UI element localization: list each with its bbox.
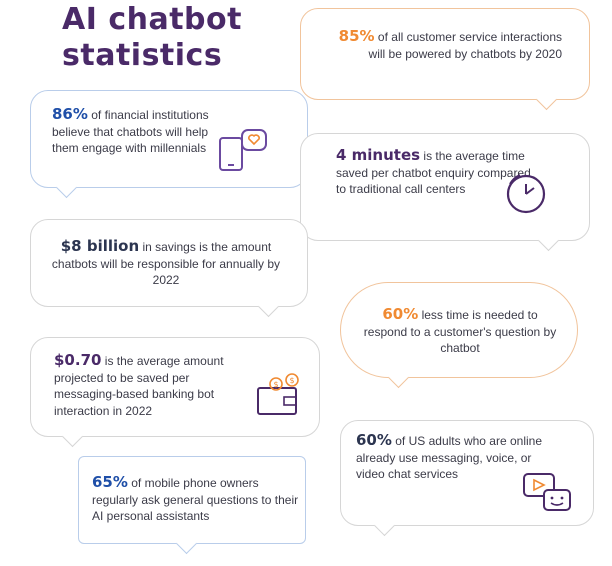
stat-text-86-percent: 86% of financial institutions believe th… bbox=[52, 106, 222, 157]
stat-highlight: 60% bbox=[382, 305, 419, 323]
stat-text-8-billion: $8 billion in savings is the amount chat… bbox=[46, 238, 286, 289]
stat-highlight: 86% bbox=[52, 105, 88, 123]
stat-highlight: $8 billion bbox=[60, 237, 140, 255]
stat-highlight: 4 minutes bbox=[336, 146, 421, 164]
stat-highlight: $0.70 bbox=[54, 351, 102, 369]
wallet-coins-icon: $ $ bbox=[257, 373, 299, 415]
video-chat-icon bbox=[523, 473, 571, 511]
stat-highlight: 60% bbox=[356, 431, 392, 449]
svg-text:$: $ bbox=[273, 380, 278, 389]
stat-text-85-percent: 85% of all customer service interactions… bbox=[330, 28, 562, 62]
svg-text:$: $ bbox=[289, 376, 294, 385]
stat-highlight: 85% bbox=[338, 27, 375, 45]
stat-text-0-70: $0.70 is the average amount projected to… bbox=[54, 352, 254, 419]
stat-text-60-percent-time: 60% less time is needed to respond to a … bbox=[362, 306, 558, 357]
page-title: AI chatbot statistics bbox=[62, 2, 242, 73]
phone-heart-icon bbox=[219, 129, 267, 171]
stat-description: of all customer service interactions wil… bbox=[368, 30, 562, 61]
clock-icon bbox=[506, 174, 546, 214]
stat-highlight: 65% bbox=[92, 473, 128, 491]
stat-text-65-percent: 65% of mobile phone owners regularly ask… bbox=[92, 474, 302, 525]
